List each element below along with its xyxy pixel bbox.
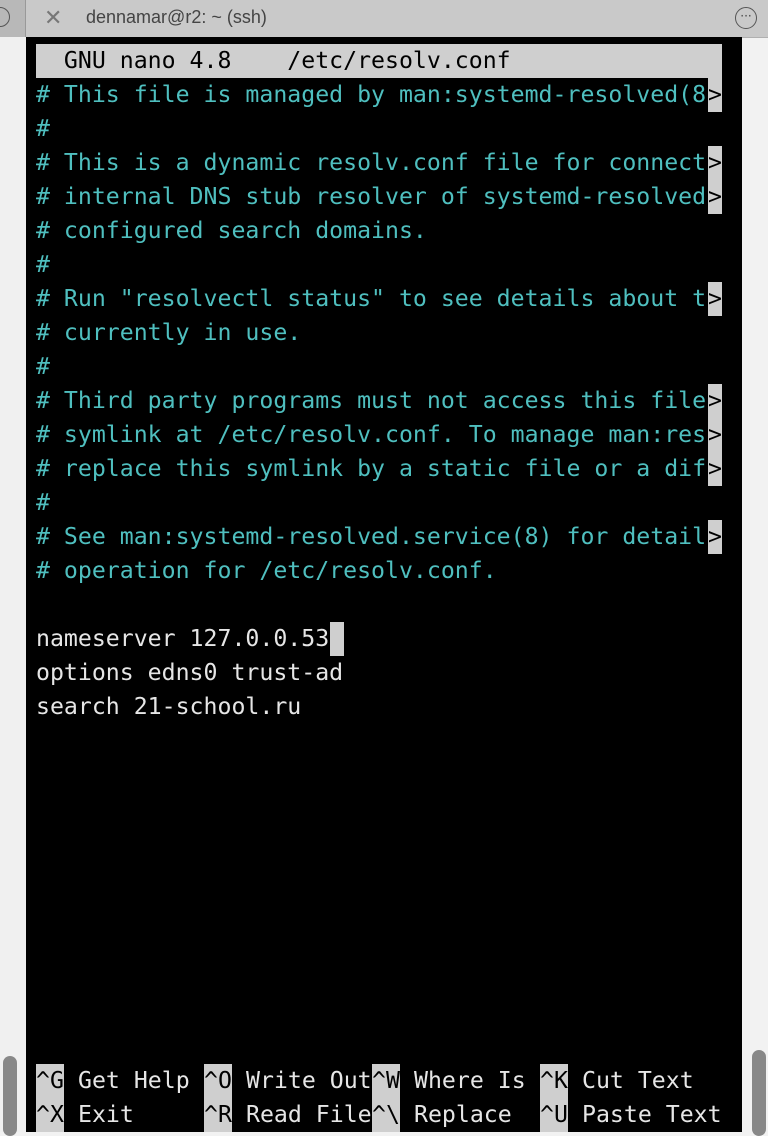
shortcut-label[interactable]: Read File xyxy=(246,1098,372,1132)
line-truncated-marker: > xyxy=(708,282,722,316)
text-cursor xyxy=(330,622,344,656)
file-line: # xyxy=(36,115,50,142)
file-line: options edns0 trust-ad xyxy=(36,659,344,686)
line-truncated-marker: > xyxy=(708,78,722,112)
line-truncated-marker: > xyxy=(708,452,722,486)
shortcut-label[interactable]: Paste Text xyxy=(582,1098,722,1132)
file-line: # xyxy=(36,251,50,278)
file-line: # xyxy=(36,489,50,516)
line-truncated-marker: > xyxy=(708,418,722,452)
more-icon[interactable]: ··· xyxy=(735,7,757,29)
file-line: # configured search domains. xyxy=(36,217,427,244)
previous-tab[interactable] xyxy=(0,0,26,37)
line-truncated-marker: > xyxy=(708,520,722,554)
shortcut-label[interactable]: Write Out xyxy=(246,1064,372,1098)
shortcut-key[interactable]: ^K xyxy=(540,1064,568,1098)
close-icon[interactable]: ✕ xyxy=(44,6,62,31)
shortcut-label[interactable]: Get Help xyxy=(78,1064,190,1098)
file-line: # xyxy=(36,353,50,380)
terminal-scrollbar[interactable] xyxy=(752,1050,766,1136)
file-line: # currently in use. xyxy=(36,319,302,346)
shortcut-key[interactable]: ^G xyxy=(36,1064,64,1098)
shortcut-key[interactable]: ^X xyxy=(36,1098,64,1132)
window-titlebar: ✕ dennamar@r2: ~ (ssh) ··· xyxy=(0,0,768,38)
window-title: dennamar@r2: ~ (ssh) xyxy=(86,7,267,27)
line-truncated-marker: > xyxy=(708,180,722,214)
shortcut-label[interactable]: Replace xyxy=(414,1098,512,1132)
file-line: # replace this symlink by a static file … xyxy=(36,455,707,482)
file-line: # Run "resolvectl status" to see details… xyxy=(36,285,707,312)
shortcut-key[interactable]: ^R xyxy=(204,1098,232,1132)
file-line: # See man:systemd-resolved.service(8) fo… xyxy=(36,523,707,550)
file-line: # Third party programs must not access t… xyxy=(36,387,707,414)
file-line: search 21-school.ru xyxy=(36,693,302,720)
file-line: # internal DNS stub resolver of systemd-… xyxy=(36,183,707,210)
shortcut-label[interactable]: Cut Text xyxy=(582,1064,694,1098)
more-icon[interactable] xyxy=(0,7,10,27)
file-line: # This is a dynamic resolv.conf file for… xyxy=(36,149,707,176)
left-panel xyxy=(0,37,27,1132)
file-line: nameserver 127.0.0.53 xyxy=(36,625,330,652)
shortcut-label[interactable]: Where Is xyxy=(414,1064,526,1098)
shortcut-label[interactable]: Exit xyxy=(78,1098,134,1132)
file-line: # This file is managed by man:systemd-re… xyxy=(36,81,707,108)
shortcut-key[interactable]: ^\ xyxy=(372,1098,400,1132)
nano-header: GNU nano 4.8 /etc/resolv.conf xyxy=(36,47,511,74)
file-line: # operation for /etc/resolv.conf. xyxy=(36,557,497,584)
shortcut-key[interactable]: ^U xyxy=(540,1098,568,1132)
shortcut-key[interactable]: ^W xyxy=(372,1064,400,1098)
left-scrollbar[interactable] xyxy=(3,1056,17,1136)
line-truncated-marker: > xyxy=(708,384,722,418)
line-truncated-marker: > xyxy=(708,146,722,180)
file-line: # symlink at /etc/resolv.conf. To manage… xyxy=(36,421,707,448)
shortcut-key[interactable]: ^O xyxy=(204,1064,232,1098)
